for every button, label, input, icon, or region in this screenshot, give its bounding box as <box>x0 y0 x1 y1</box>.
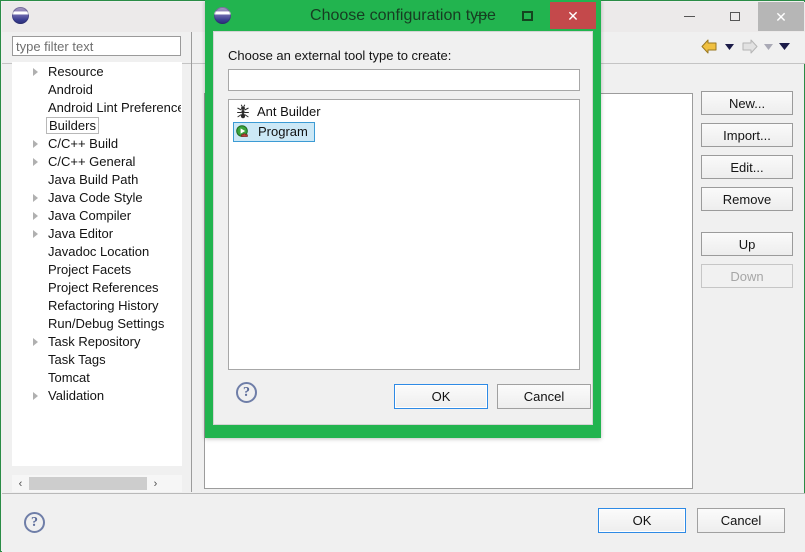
scroll-right-icon[interactable]: › <box>147 475 164 492</box>
list-item-label: Program <box>258 124 308 139</box>
list-item-ant-builder[interactable]: Ant Builder <box>233 102 575 122</box>
tree-item-label: Tomcat <box>48 370 90 385</box>
tree-item[interactable]: Java Compiler <box>13 207 181 225</box>
tree-item-label: Validation <box>48 388 105 403</box>
expand-arrow-icon[interactable] <box>33 212 38 220</box>
tree-item[interactable]: Javadoc Location <box>13 243 181 261</box>
maximize-button[interactable] <box>712 2 758 31</box>
dialog-body: Choose an external tool type to create: … <box>213 31 593 425</box>
tree-item[interactable]: Task Tags <box>13 351 181 369</box>
scroll-left-icon[interactable]: ‹ <box>12 475 29 492</box>
tree-item-label: Java Build Path <box>48 172 139 187</box>
dialog-cancel-button[interactable]: Cancel <box>497 384 591 409</box>
dialog-prompt-label: Choose an external tool type to create: <box>228 48 452 63</box>
import-button[interactable]: Import... <box>701 123 793 147</box>
tree-item[interactable]: Project References <box>13 279 181 297</box>
navigation-button-group <box>700 38 791 55</box>
tree-item[interactable]: Java Build Path <box>13 171 181 189</box>
tree-item-label: Project References <box>48 280 159 295</box>
tree-item-builders[interactable]: Builders <box>13 117 181 135</box>
dialog-titlebar: Choose configuration type ✕ <box>205 0 601 31</box>
help-question-icon[interactable]: ? <box>24 512 45 533</box>
filter-input[interactable] <box>12 36 181 56</box>
tree-item[interactable]: Task Repository <box>13 333 181 351</box>
tree-item[interactable]: Project Facets <box>13 261 181 279</box>
tree-item-label: Builders <box>46 117 99 134</box>
main-ok-button[interactable]: OK <box>598 508 686 533</box>
tree-item-label: Android <box>48 82 93 97</box>
tree-item[interactable]: C/C++ Build <box>13 135 181 153</box>
forward-dropdown-icon <box>762 38 775 55</box>
tree-item-label: Task Repository <box>48 334 141 349</box>
configuration-type-list[interactable]: Ant Builder Program <box>228 99 580 370</box>
choose-configuration-type-dialog: Choose configuration type ✕ Choose an ex… <box>205 0 601 438</box>
forward-arrow-icon <box>739 38 759 55</box>
main-window-controls: ✕ <box>666 2 804 31</box>
dialog-help-question-icon[interactable]: ? <box>236 382 257 403</box>
new-button[interactable]: New... <box>701 91 793 115</box>
expand-arrow-icon[interactable] <box>33 392 38 400</box>
tree-item[interactable]: Validation <box>13 387 181 405</box>
expand-arrow-icon[interactable] <box>33 68 38 76</box>
preferences-tree[interactable]: Resource Android Android Lint Preference… <box>12 62 182 466</box>
tree-item[interactable]: Resource <box>13 63 181 81</box>
tree-item-label: Javadoc Location <box>48 244 150 259</box>
ant-icon <box>235 104 251 120</box>
dialog-ok-button[interactable]: OK <box>394 384 488 409</box>
tree-item-label: Java Code Style <box>48 190 143 205</box>
scrollbar-thumb[interactable] <box>29 477 147 490</box>
dialog-minimize-button[interactable] <box>458 2 504 29</box>
tree-item-label: Refactoring History <box>48 298 159 313</box>
remove-button[interactable]: Remove <box>701 187 793 211</box>
tree-item[interactable]: Android Lint Preferences <box>13 99 181 117</box>
tree-item-label: Run/Debug Settings <box>48 316 165 331</box>
list-item-program[interactable]: Program <box>233 122 315 142</box>
eclipse-logo-icon <box>214 7 231 24</box>
edit-button[interactable]: Edit... <box>701 155 793 179</box>
tree-item-label: C/C++ Build <box>48 136 119 151</box>
expand-arrow-icon[interactable] <box>33 194 38 202</box>
tree-item[interactable]: C/C++ General <box>13 153 181 171</box>
down-button: Down <box>701 264 793 288</box>
dialog-window-controls: ✕ <box>458 1 596 30</box>
dialog-close-button[interactable]: ✕ <box>550 2 596 29</box>
tree-item[interactable]: Tomcat <box>13 369 181 387</box>
tree-item-label: Resource <box>48 64 104 79</box>
minimize-button[interactable] <box>666 2 712 31</box>
tree-item[interactable]: Android <box>13 81 181 99</box>
tree-item[interactable]: Java Editor <box>13 225 181 243</box>
tree-item-label: C/C++ General <box>48 154 136 169</box>
panel-divider <box>191 32 192 492</box>
expand-arrow-icon[interactable] <box>33 230 38 238</box>
builders-action-buttons: New... Import... Edit... Remove Up Down <box>701 91 793 296</box>
dialog-maximize-button[interactable] <box>504 2 550 29</box>
list-item-label: Ant Builder <box>257 104 321 119</box>
tree-item-label: Android Lint Preferences <box>48 100 182 115</box>
tree-item-label: Task Tags <box>48 352 106 367</box>
eclipse-logo-icon <box>12 7 29 24</box>
toolbar-overflow-icon[interactable] <box>778 38 791 55</box>
expand-arrow-icon[interactable] <box>33 158 38 166</box>
tree-horizontal-scrollbar[interactable]: ‹ › <box>12 475 182 492</box>
configuration-type-filter-input[interactable] <box>228 69 580 91</box>
back-arrow-icon[interactable] <box>700 38 720 55</box>
tree-item-label: Java Compiler <box>48 208 132 223</box>
tree-item-label: Java Editor <box>48 226 114 241</box>
tree-item-label: Project Facets <box>48 262 132 277</box>
tree-item[interactable]: Run/Debug Settings <box>13 315 181 333</box>
expand-arrow-icon[interactable] <box>33 140 38 148</box>
program-run-icon <box>236 125 252 141</box>
tree-item[interactable]: Refactoring History <box>13 297 181 315</box>
close-button[interactable]: ✕ <box>758 2 804 31</box>
main-cancel-button[interactable]: Cancel <box>697 508 785 533</box>
tree-item[interactable]: Java Code Style <box>13 189 181 207</box>
back-dropdown-icon[interactable] <box>723 38 736 55</box>
up-button[interactable]: Up <box>701 232 793 256</box>
expand-arrow-icon[interactable] <box>33 338 38 346</box>
